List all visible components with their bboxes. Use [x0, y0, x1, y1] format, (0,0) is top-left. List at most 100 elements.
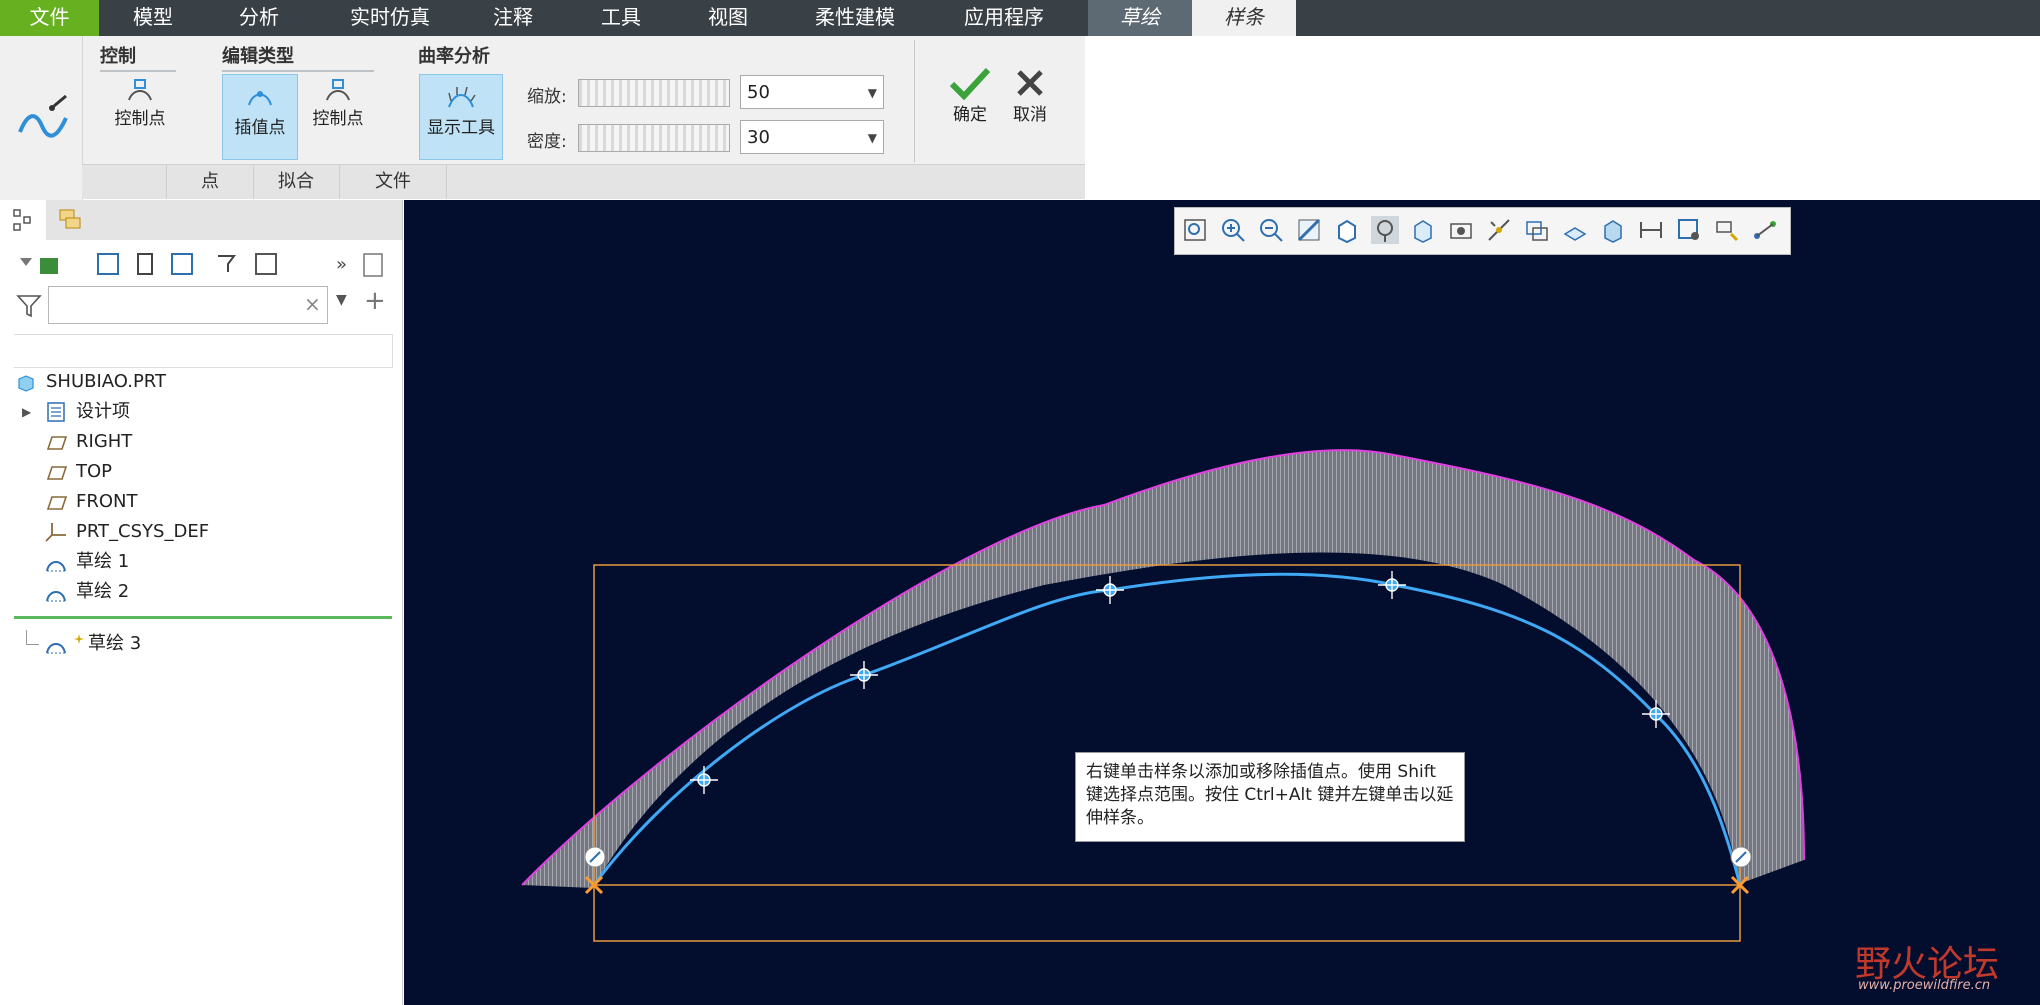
show-tools-button[interactable]: 显示工具: [419, 74, 503, 160]
sketch-tool-panel: [0, 36, 83, 200]
constraint-display-icon[interactable]: [1675, 216, 1703, 244]
tree-item-sketch-1[interactable]: 草绘 1: [0, 548, 300, 576]
tree-item-label: RIGHT: [76, 431, 133, 452]
zoom-out-icon[interactable]: [1257, 216, 1285, 244]
sketch-icon: [46, 643, 66, 654]
repaint-icon[interactable]: [1295, 216, 1323, 244]
design-items-icon: [47, 402, 65, 422]
control-group-divider: [100, 70, 176, 72]
edit-control-point-button[interactable]: 控制点: [302, 78, 374, 158]
end-points[interactable]: [584, 846, 1752, 895]
tab-points[interactable]: 点: [166, 165, 254, 199]
edit-control-point-label: 控制点: [312, 109, 364, 129]
expand-arrow-icon[interactable]: ▶: [22, 398, 31, 426]
add-icon[interactable]: +: [364, 286, 386, 316]
control-point-mode-button[interactable]: 控制点: [104, 78, 176, 158]
tree-item-label: TOP: [76, 461, 113, 482]
density-value: 30: [747, 127, 770, 148]
menu-bar: 文件 模型 分析 实时仿真 注释 工具 视图 柔性建模 应用程序 草绘 样条: [0, 0, 2040, 36]
tree-item-sketch-3[interactable]: 草绘 3: [0, 630, 300, 658]
model-tree-icon: [13, 209, 31, 231]
scale-label: 缩放:: [527, 87, 567, 107]
tree-item-label: 设计项: [76, 401, 130, 422]
grid-display-icon[interactable]: [1713, 216, 1741, 244]
tree-search-input[interactable]: [48, 286, 328, 324]
scale-combo[interactable]: 50 ▼: [740, 75, 884, 109]
cancel-button[interactable]: 取消: [1004, 66, 1056, 142]
cancel-label: 取消: [1013, 105, 1047, 125]
active-star-icon: [74, 634, 84, 644]
menu-view[interactable]: 视图: [685, 0, 771, 36]
dimension-display-icon[interactable]: [1637, 216, 1665, 244]
filter-icon[interactable]: [16, 292, 42, 318]
csys-icon: [45, 523, 66, 542]
tree-item-top[interactable]: TOP: [0, 458, 300, 486]
ribbon-bottom-tabs: 点 拟合 文件: [82, 164, 1085, 199]
scale-value: 50: [747, 82, 770, 103]
menu-realtime-sim[interactable]: 实时仿真: [330, 0, 450, 36]
interp-point-icon: [248, 91, 272, 106]
chevron-down-icon[interactable]: ▼: [336, 292, 347, 308]
spline-canvas[interactable]: [404, 200, 2040, 1005]
checkmark-icon: [949, 67, 991, 100]
spline-sketch-icon[interactable]: [14, 92, 74, 152]
graphics-window[interactable]: [404, 200, 2040, 1005]
tab-model-tree[interactable]: [0, 200, 46, 240]
menu-model[interactable]: 模型: [110, 0, 196, 36]
tree-toolbar: »: [20, 253, 383, 277]
shading-icon[interactable]: [1599, 216, 1627, 244]
menu-spline[interactable]: 样条: [1192, 0, 1296, 36]
tree-item-design-items[interactable]: ▶ 设计项: [0, 398, 300, 426]
tree-item-label: 草绘 3: [88, 633, 142, 654]
sketch-icon: [46, 561, 66, 572]
edit-type-group-title: 编辑类型: [222, 46, 294, 67]
tree-item-front[interactable]: FRONT: [0, 488, 300, 516]
tree-item-label: 草绘 1: [76, 551, 130, 572]
tree-item-label: 草绘 2: [76, 581, 130, 602]
menu-file[interactable]: 文件: [0, 0, 99, 36]
tab-layers[interactable]: [50, 200, 94, 240]
density-combo[interactable]: 30 ▼: [740, 120, 884, 154]
clear-search-icon[interactable]: ×: [304, 292, 321, 316]
curvature-group-title: 曲率分析: [418, 46, 490, 67]
interp-point-button[interactable]: 插值点: [222, 74, 298, 160]
tree-item-csys[interactable]: PRT_CSYS_DEF: [0, 518, 300, 546]
datum-plane-icon: [46, 466, 68, 480]
tree-item-label: PRT_CSYS_DEF: [76, 521, 210, 542]
svg-text:»: »: [336, 254, 347, 275]
density-slider[interactable]: [578, 124, 730, 152]
chevron-down-icon: ▼: [867, 86, 877, 100]
menu-flexible-modeling[interactable]: 柔性建模: [800, 0, 910, 36]
tab-file[interactable]: 文件: [340, 165, 447, 199]
perspective-icon[interactable]: [1447, 216, 1475, 244]
menu-tools[interactable]: 工具: [578, 0, 664, 36]
menu-applications[interactable]: 应用程序: [944, 0, 1064, 36]
ok-button[interactable]: 确定: [944, 66, 996, 142]
insert-marker[interactable]: [14, 616, 392, 619]
control-point-icon: [128, 79, 152, 101]
ribbon-empty-area: [1085, 36, 2040, 200]
ribbon-separator: [914, 40, 915, 162]
tree-item-label: FRONT: [76, 491, 138, 512]
tab-fit[interactable]: 拟合: [253, 165, 340, 199]
display-style-icon[interactable]: [1333, 216, 1361, 244]
tree-item-sketch-2[interactable]: 草绘 2: [0, 578, 300, 606]
panel-tabs: [0, 200, 402, 240]
show-tools-label: 显示工具: [427, 118, 495, 138]
view-manager-icon[interactable]: [1409, 216, 1437, 244]
annotation-display-icon[interactable]: [1523, 216, 1551, 244]
tree-item-right[interactable]: RIGHT: [0, 428, 300, 456]
tree-header-bar: [14, 334, 393, 368]
sketch-view-icon[interactable]: [1561, 216, 1589, 244]
layers-icon: [59, 209, 81, 229]
saved-orientations-icon[interactable]: [1371, 216, 1399, 244]
refit-icon[interactable]: [1181, 216, 1209, 244]
zoom-in-icon[interactable]: [1219, 216, 1247, 244]
tree-item-part[interactable]: SHUBIAO.PRT: [0, 368, 300, 396]
menu-analysis[interactable]: 分析: [216, 0, 302, 36]
menu-annotate[interactable]: 注释: [470, 0, 556, 36]
vertex-display-icon[interactable]: [1751, 216, 1779, 244]
menu-sketch[interactable]: 草绘: [1088, 0, 1192, 36]
datum-display-icon[interactable]: [1485, 216, 1513, 244]
scale-slider[interactable]: [578, 79, 730, 107]
